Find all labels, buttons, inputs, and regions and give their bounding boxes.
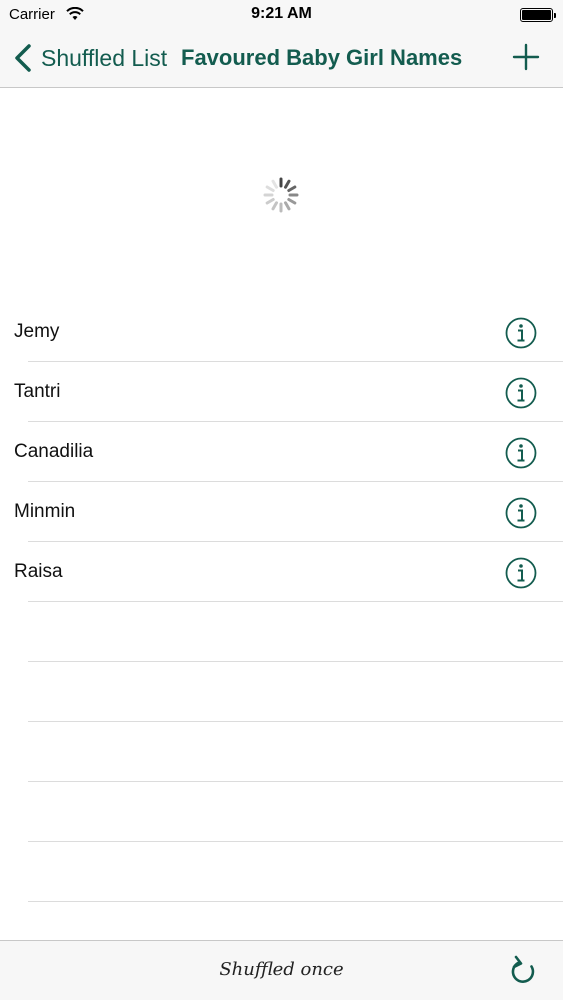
info-icon[interactable] — [505, 317, 537, 349]
list-item[interactable]: Raisa — [0, 542, 563, 602]
list-item-label: Jemy — [14, 321, 60, 342]
bottom-toolbar: Shuffled once — [0, 940, 563, 1000]
info-icon[interactable] — [505, 437, 537, 469]
info-icon[interactable] — [505, 377, 537, 409]
shuffle-status-label: Shuffled once — [219, 959, 344, 980]
clock: 9:21 AM — [251, 5, 312, 22]
refresh-icon[interactable] — [507, 954, 539, 988]
back-button[interactable]: Shuffled List — [12, 40, 167, 76]
back-label: Shuffled List — [41, 44, 168, 71]
loading-spinner-icon — [263, 177, 299, 213]
list-item-label: Raisa — [14, 561, 63, 582]
empty-row — [0, 842, 563, 902]
name-list: Jemy Tantri Canadilia Minmin Raisa — [0, 302, 563, 962]
list-item[interactable]: Jemy — [0, 302, 563, 362]
list-item[interactable]: Tantri — [0, 362, 563, 422]
list-item-label: Minmin — [14, 501, 76, 522]
list-item-label: Tantri — [14, 381, 61, 402]
list-item-label: Canadilia — [14, 441, 94, 462]
list-item[interactable]: Minmin — [0, 482, 563, 542]
info-icon[interactable] — [505, 557, 537, 589]
empty-row — [0, 602, 563, 662]
navigation-bar: Shuffled List Favoured Baby Girl Names — [0, 30, 563, 88]
chevron-left-icon — [15, 44, 31, 72]
empty-row — [0, 662, 563, 722]
empty-row — [0, 782, 563, 842]
battery-icon — [520, 8, 556, 22]
info-icon[interactable] — [505, 497, 537, 529]
list-item[interactable]: Canadilia — [0, 422, 563, 482]
empty-row — [0, 722, 563, 782]
page-title: Favoured Baby Girl Names — [181, 45, 463, 70]
plus-icon[interactable] — [511, 42, 541, 72]
status-bar: Carrier 9:21 AM — [0, 0, 563, 30]
